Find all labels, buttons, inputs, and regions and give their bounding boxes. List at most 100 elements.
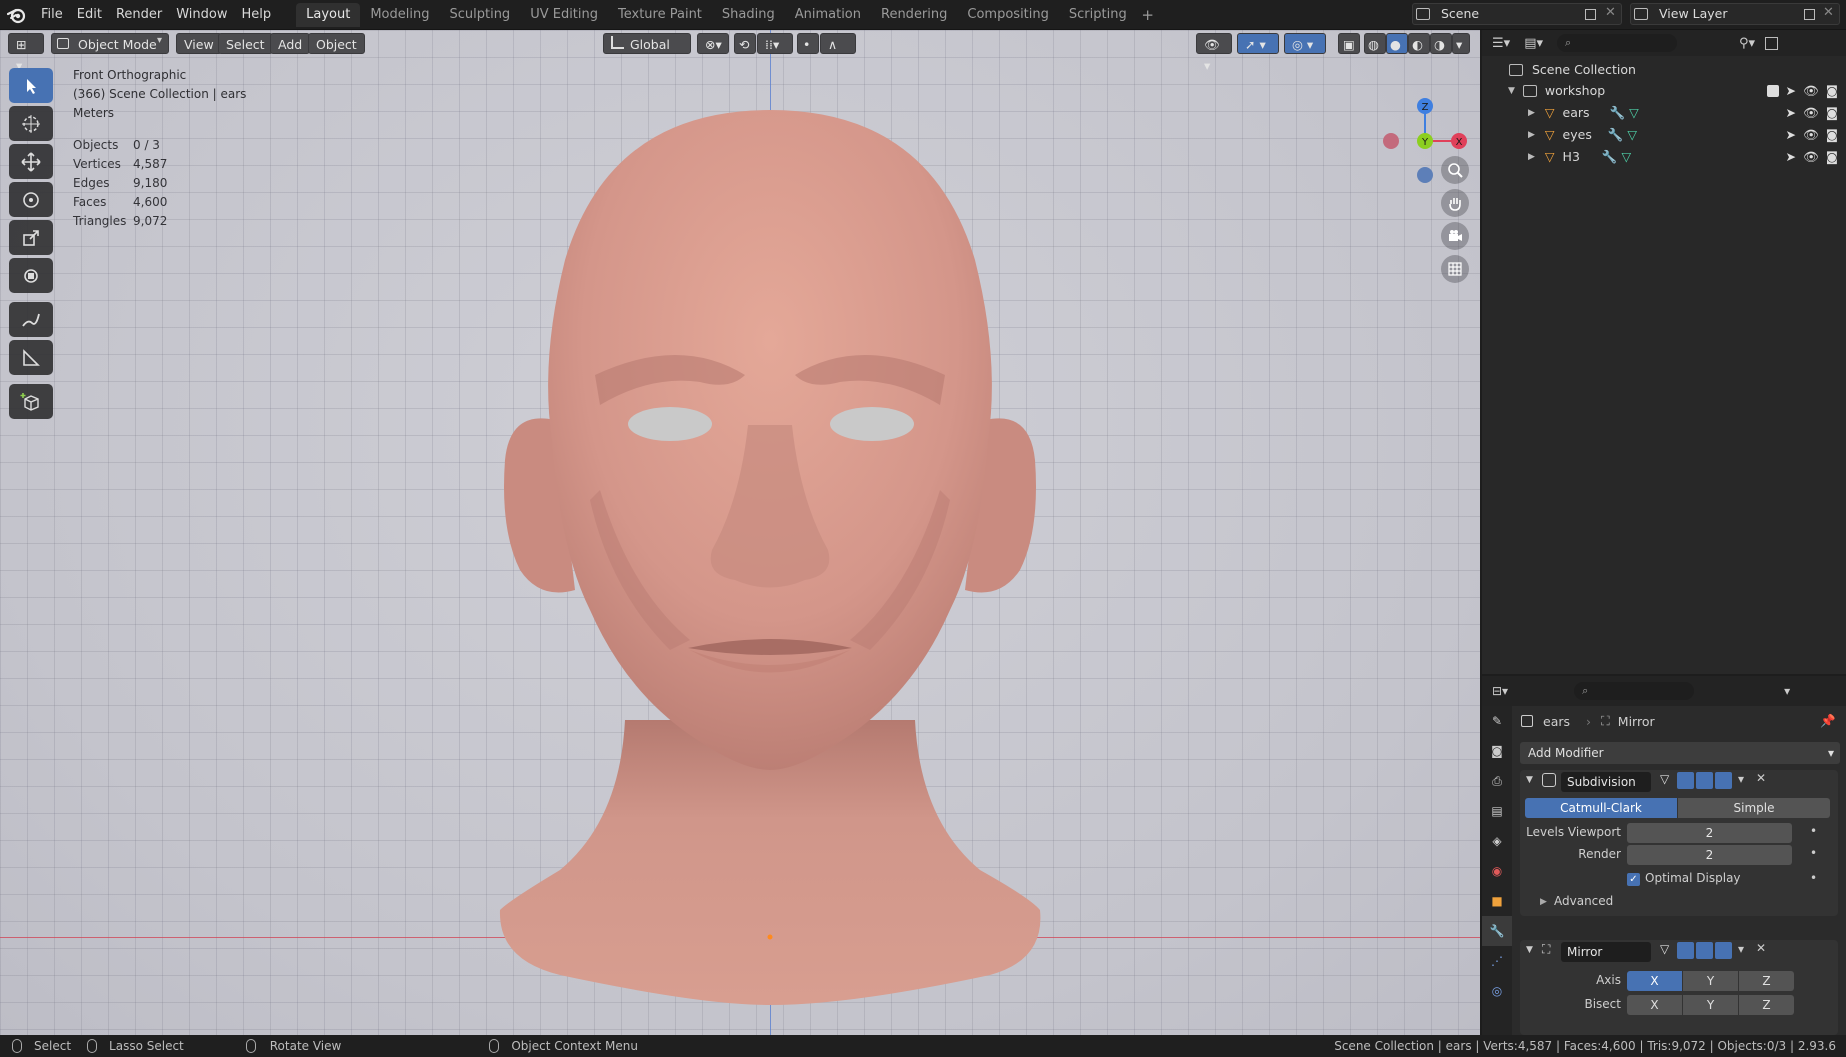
filter-icon[interactable]: ⚲▾ xyxy=(1739,36,1755,51)
camera-icon[interactable]: ◙ xyxy=(1826,83,1838,98)
view-layer-tab-icon[interactable]: ▤ xyxy=(1482,796,1512,826)
pivot-point-button[interactable]: ⊗▾ xyxy=(697,33,729,54)
mesh-data-icon[interactable]: ▽ xyxy=(1629,105,1639,120)
modifier-menu-icon[interactable]: ▾ xyxy=(1738,772,1744,786)
render-tab-icon[interactable]: ◙ xyxy=(1482,736,1512,766)
transform-tool[interactable] xyxy=(9,258,53,293)
eye-icon[interactable]: 👁 xyxy=(1803,105,1819,121)
subdivision-name-field[interactable]: Subdivision xyxy=(1561,772,1651,792)
solid-shading-button[interactable]: ● xyxy=(1386,33,1408,54)
axis-y-toggle[interactable]: Y xyxy=(1683,971,1738,991)
pan-hand-icon[interactable] xyxy=(1441,189,1469,217)
modifier-wrench-icon[interactable]: 🔧 xyxy=(1610,105,1626,121)
advanced-label[interactable]: Advanced xyxy=(1554,894,1613,908)
mesh-data-icon[interactable]: ▽ xyxy=(1627,127,1637,142)
camera-icon[interactable]: ◙ xyxy=(1826,105,1838,120)
rotate-tool[interactable] xyxy=(9,182,53,217)
rendered-shading-button[interactable]: ◑ xyxy=(1430,33,1452,54)
zoom-icon[interactable] xyxy=(1441,156,1469,184)
outliner-row-scene-collection[interactable]: Scene Collection xyxy=(1482,59,1846,80)
object-tab-icon[interactable]: ■ xyxy=(1482,886,1512,916)
proportional-falloff-button[interactable]: ∧ xyxy=(820,33,856,54)
outliner-row-h3[interactable]: ▶ ▽ H3 🔧 ▽ ➤ 👁 ◙ xyxy=(1482,146,1846,167)
delete-scene-icon[interactable]: ✕ xyxy=(1605,5,1616,20)
3d-viewport[interactable]: ⊞ ▾ Object Mode ▾ View Select Add Object… xyxy=(0,30,1480,1035)
add-cube-tool[interactable] xyxy=(9,384,53,419)
edit-mode-toggle-icon[interactable]: ▽ xyxy=(1660,942,1669,956)
view-menu[interactable]: View xyxy=(176,33,222,54)
mirror-name-field[interactable]: Mirror xyxy=(1561,942,1651,962)
cage-toggle-icon[interactable] xyxy=(1677,772,1694,789)
menu-file[interactable]: File xyxy=(34,4,70,26)
xray-toggle[interactable]: ▣ xyxy=(1338,33,1360,54)
menu-render[interactable]: Render xyxy=(109,4,169,26)
tab-layout[interactable]: Layout xyxy=(296,2,361,27)
eye-icon[interactable]: 👁 xyxy=(1803,83,1819,99)
measure-tool[interactable] xyxy=(9,340,53,375)
simple-option[interactable]: Simple xyxy=(1678,798,1830,818)
selectable-icon[interactable]: ➤ xyxy=(1786,83,1796,98)
modifier-wrench-icon[interactable]: 🔧 xyxy=(1602,149,1618,165)
pin-icon[interactable]: 📌 xyxy=(1820,713,1836,729)
world-tab-icon[interactable]: ◉ xyxy=(1482,856,1512,886)
advanced-expand-icon[interactable]: ▶ xyxy=(1540,897,1547,907)
expand-toggle-icon[interactable]: ▶ xyxy=(1528,130,1535,140)
move-tool[interactable] xyxy=(9,144,53,179)
menu-window[interactable]: Window xyxy=(169,4,234,26)
add-workspace-icon[interactable]: + xyxy=(1137,6,1159,24)
visibility-selector[interactable]: 👁▾ xyxy=(1196,33,1232,73)
output-tab-icon[interactable]: ⎙ xyxy=(1482,766,1512,796)
new-view-layer-icon[interactable] xyxy=(1804,9,1815,20)
optimal-display-checkbox[interactable]: ✓ xyxy=(1627,873,1640,886)
outliner-row-eyes[interactable]: ▶ ▽ eyes 🔧 ▽ ➤ 👁 ◙ xyxy=(1482,124,1846,145)
snap-target-button[interactable]: ⁞⁞▾ xyxy=(757,33,793,54)
blender-logo-icon[interactable] xyxy=(4,0,30,30)
selectable-icon[interactable]: ➤ xyxy=(1786,127,1796,142)
camera-icon[interactable]: ◙ xyxy=(1826,149,1838,164)
gizmo-toggle[interactable]: ➚ ▾ xyxy=(1237,33,1279,54)
properties-options-icon[interactable]: ▾ xyxy=(1784,684,1790,698)
new-collection-icon[interactable] xyxy=(1765,36,1779,50)
viewport-toggle-icon[interactable] xyxy=(1696,772,1713,789)
add-modifier-dropdown[interactable]: Add Modifier ▾ xyxy=(1520,742,1840,764)
head-model[interactable] xyxy=(0,30,1480,1035)
object-menu[interactable]: Object xyxy=(308,33,365,54)
proportional-edit-toggle[interactable]: • xyxy=(797,33,819,54)
cursor-tool[interactable] xyxy=(9,106,53,141)
tab-sculpting[interactable]: Sculpting xyxy=(439,3,520,27)
properties-search-input[interactable]: ⌕ xyxy=(1574,682,1695,700)
tab-compositing[interactable]: Compositing xyxy=(957,3,1059,27)
select-box-tool[interactable] xyxy=(9,68,53,103)
camera-view-icon[interactable] xyxy=(1441,222,1469,250)
render-toggle-icon[interactable] xyxy=(1715,772,1732,789)
shading-options-button[interactable]: ▾ xyxy=(1452,33,1470,54)
tab-shading[interactable]: Shading xyxy=(712,3,785,27)
render-toggle-icon[interactable] xyxy=(1715,942,1732,959)
expand-toggle-icon[interactable]: ▶ xyxy=(1528,152,1535,162)
modifier-tab-icon[interactable]: 🔧 xyxy=(1482,916,1512,946)
add-menu[interactable]: Add xyxy=(270,33,311,54)
new-scene-icon[interactable] xyxy=(1585,9,1596,20)
tab-rendering[interactable]: Rendering xyxy=(871,3,957,27)
outliner-editor-type-icon[interactable]: ☰▾ xyxy=(1492,36,1510,51)
perspective-toggle-icon[interactable] xyxy=(1441,255,1469,283)
particles-tab-icon[interactable]: ⋰ xyxy=(1482,946,1512,976)
modifier-menu-icon[interactable]: ▾ xyxy=(1738,942,1744,956)
tab-animation[interactable]: Animation xyxy=(785,3,871,27)
scene-tab-icon[interactable]: ◈ xyxy=(1482,826,1512,856)
keyframe-dot-icon[interactable]: • xyxy=(1810,824,1817,838)
scale-tool[interactable] xyxy=(9,220,53,255)
material-shading-button[interactable]: ◐ xyxy=(1408,33,1430,54)
exclude-checkbox[interactable] xyxy=(1766,84,1779,97)
remove-modifier-icon[interactable]: ✕ xyxy=(1756,771,1766,785)
catmull-clark-option[interactable]: Catmull-Clark xyxy=(1525,798,1677,818)
tab-uv-editing[interactable]: UV Editing xyxy=(520,3,608,27)
camera-icon[interactable]: ◙ xyxy=(1826,127,1838,142)
keyframe-dot-icon[interactable]: • xyxy=(1810,871,1817,885)
menu-edit[interactable]: Edit xyxy=(70,4,109,26)
modifier-wrench-icon[interactable]: 🔧 xyxy=(1608,127,1624,143)
render-levels-field[interactable]: 2 xyxy=(1627,845,1792,865)
properties-editor-type-icon[interactable]: ⊟▾ xyxy=(1492,684,1508,698)
axis-z-toggle[interactable]: Z xyxy=(1739,971,1794,991)
snap-toggle[interactable]: ⟲ xyxy=(734,33,756,54)
